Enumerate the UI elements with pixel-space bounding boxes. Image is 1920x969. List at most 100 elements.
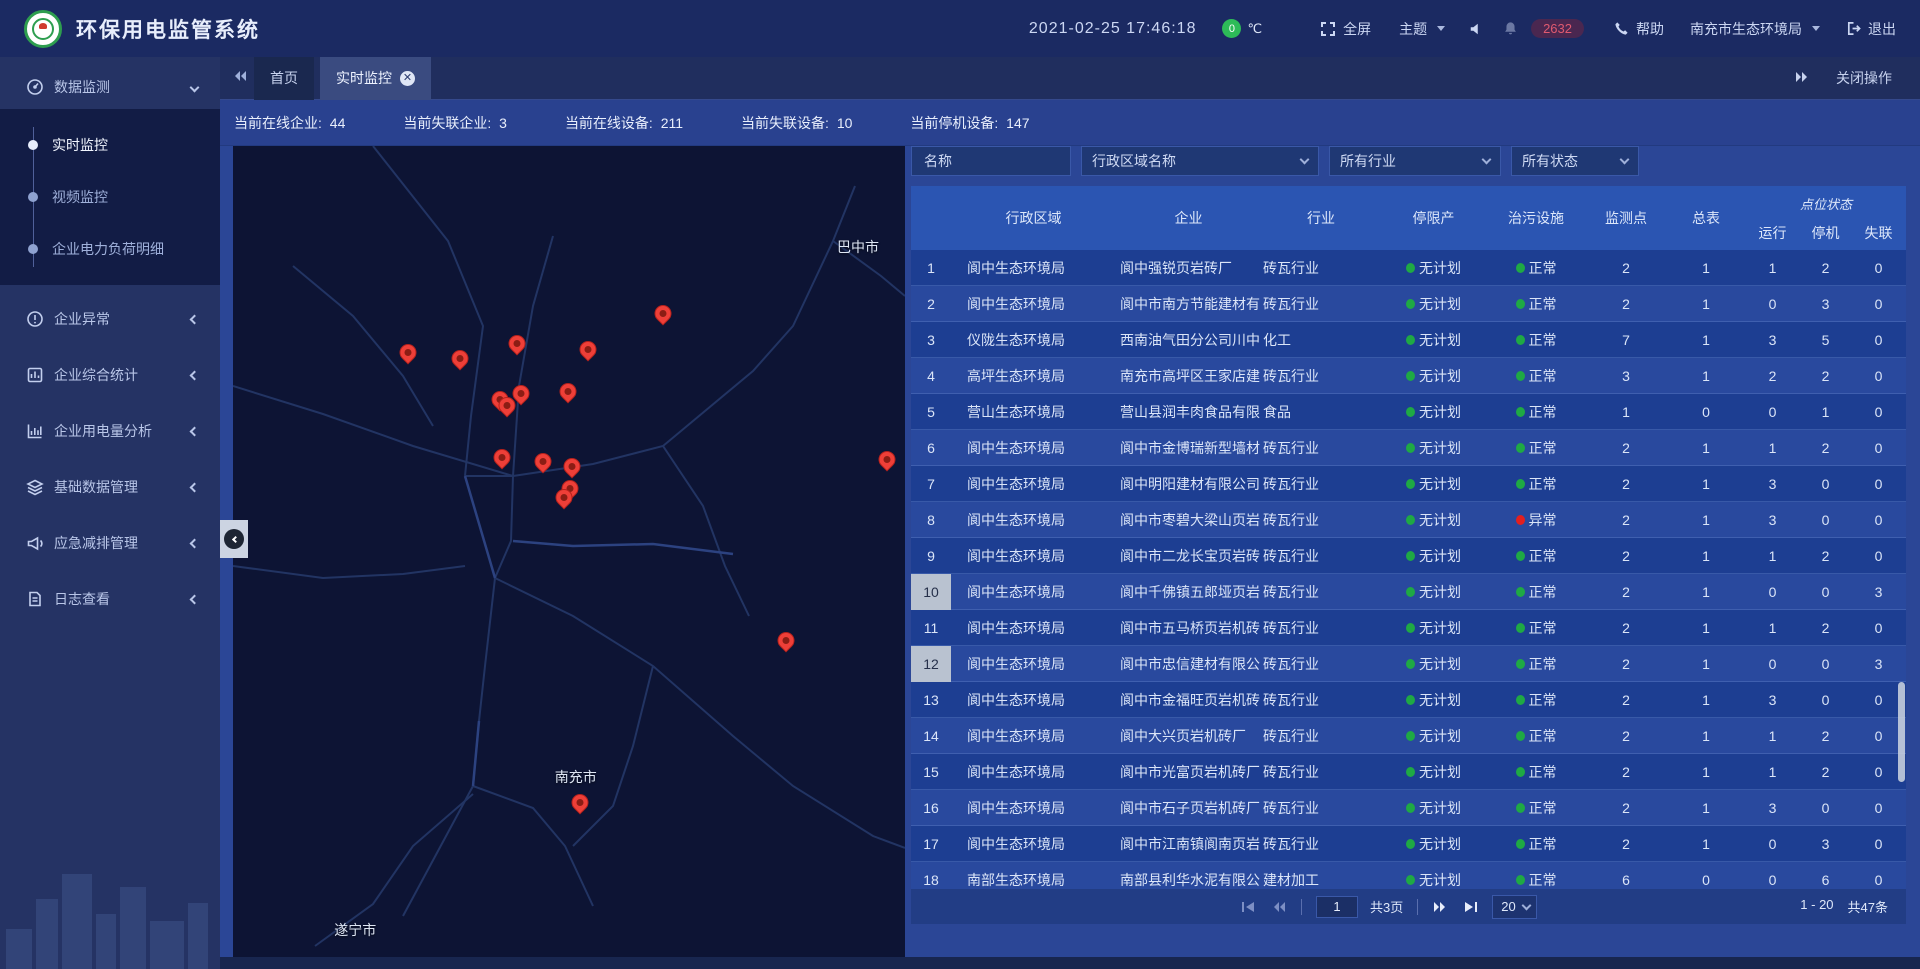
last-page-button[interactable] xyxy=(1464,901,1478,913)
status-dot-icon xyxy=(1406,335,1415,345)
table-row[interactable]: 18南部生态环境局南部县利华水泥有限公建材加工无计划正常60060 xyxy=(911,862,1906,889)
cell-run: 3 xyxy=(1746,476,1799,492)
tab-realtime[interactable]: 实时监控✕ xyxy=(320,57,431,100)
sidebar-group-base-data[interactable]: 基础数据管理 xyxy=(0,465,220,509)
table-row[interactable]: 13阆中生态环境局阆中市金福旺页岩机砖砖瓦行业无计划正常21300 xyxy=(911,682,1906,718)
table-row[interactable]: 7阆中生态环境局阆中明阳建材有限公司砖瓦行业无计划正常21300 xyxy=(911,466,1906,502)
industry-filter-select[interactable]: 所有行业 xyxy=(1329,146,1501,176)
table-row[interactable]: 14阆中生态环境局阆中大兴页岩机砖厂砖瓦行业无计划正常21120 xyxy=(911,718,1906,754)
map-collapse-handle[interactable] xyxy=(220,520,248,558)
column-header-lost: 失联 xyxy=(1852,223,1905,243)
sidebar-group-data-monitor[interactable]: 数据监测 xyxy=(0,65,220,109)
logout-button[interactable]: 退出 xyxy=(1846,19,1896,39)
facility-status-label: 正常 xyxy=(1529,834,1557,854)
status-dot-icon xyxy=(1516,299,1525,309)
table-row[interactable]: 12阆中生态环境局阆中市忠信建材有限公砖瓦行业无计划正常21003 xyxy=(911,646,1906,682)
prev-page-button[interactable] xyxy=(1271,901,1287,913)
sidebar-group-power-analysis[interactable]: 企业用电量分析 xyxy=(0,409,220,453)
status-dot-icon xyxy=(1516,335,1525,345)
main-content: 首页实时监控✕ 关闭操作 当前在线企业: 44当前失联企业: 3当前在线设备: … xyxy=(220,57,1920,969)
table-row[interactable]: 2阆中生态环境局阆中市南方节能建材有砖瓦行业无计划正常21030 xyxy=(911,286,1906,322)
table-row[interactable]: 10阆中生态环境局阆中千佛镇五郎垭页岩砖瓦行业无计划正常21003 xyxy=(911,574,1906,610)
status-dot-icon xyxy=(1406,587,1415,597)
stop-status-label: 无计划 xyxy=(1419,438,1461,458)
bullet-icon xyxy=(28,192,38,202)
cell-company: 阆中大兴页岩机砖厂 xyxy=(1116,726,1261,746)
org-dropdown[interactable]: 南充市生态环境局 xyxy=(1690,19,1820,39)
cell-point-status: 120 xyxy=(1746,548,1906,564)
cell-region: 营山生态环境局 xyxy=(951,402,1116,422)
stat-value: 10 xyxy=(833,115,852,131)
fullscreen-button[interactable]: 全屏 xyxy=(1320,19,1371,39)
table-row[interactable]: 5营山生态环境局营山县润丰肉食品有限食品无计划正常10010 xyxy=(911,394,1906,430)
help-button[interactable]: 帮助 xyxy=(1614,19,1664,39)
cell-points: 2 xyxy=(1586,800,1666,816)
doc-icon xyxy=(26,590,44,608)
theme-button[interactable]: 主题 xyxy=(1399,19,1445,39)
table-row[interactable]: 17阆中生态环境局阆中市江南镇阆南页岩砖瓦行业无计划正常21030 xyxy=(911,826,1906,862)
table-row[interactable]: 4高坪生态环境局南充市高坪区王家店建砖瓦行业无计划正常31220 xyxy=(911,358,1906,394)
table-row[interactable]: 3仪陇生态环境局西南油气田分公司川中化工无计划正常71350 xyxy=(911,322,1906,358)
tab-home[interactable]: 首页 xyxy=(254,57,314,100)
cell-points: 2 xyxy=(1586,512,1666,528)
cell-facility-status: 正常 xyxy=(1486,402,1586,422)
cell-company: 南充市高坪区王家店建 xyxy=(1116,366,1261,386)
name-input[interactable] xyxy=(922,152,1060,170)
cell-point-status: 060 xyxy=(1746,872,1906,888)
column-header-run: 运行 xyxy=(1746,223,1799,243)
table-row[interactable]: 9阆中生态环境局阆中市二龙长宝页岩砖砖瓦行业无计划正常21120 xyxy=(911,538,1906,574)
cell-lost: 0 xyxy=(1852,440,1905,456)
status-filter-select[interactable]: 所有状态 xyxy=(1511,146,1639,176)
facility-status-label: 正常 xyxy=(1529,258,1557,278)
fullscreen-label: 全屏 xyxy=(1343,19,1371,39)
stat-value: 3 xyxy=(495,115,507,131)
sidebar-item-video-monitor[interactable]: 视频监控 xyxy=(0,171,220,223)
sidebar-item-realtime-monitor[interactable]: 实时监控 xyxy=(0,119,220,171)
cell-run: 3 xyxy=(1746,512,1799,528)
facility-status-label: 正常 xyxy=(1529,618,1557,638)
cell-total: 1 xyxy=(1666,620,1746,636)
stop-status-label: 无计划 xyxy=(1419,546,1461,566)
table-row[interactable]: 8阆中生态环境局阆中市枣碧大梁山页岩砖瓦行业无计划异常21300 xyxy=(911,502,1906,538)
table-row[interactable]: 16阆中生态环境局阆中市石子页岩机砖厂砖瓦行业无计划正常21300 xyxy=(911,790,1906,826)
table-row[interactable]: 1阆中生态环境局阆中强锐页岩砖厂砖瓦行业无计划正常21120 xyxy=(911,250,1906,286)
cell-facility-status: 正常 xyxy=(1486,798,1586,818)
sidebar-group-enterprise-abnormal[interactable]: 企业异常 xyxy=(0,297,220,341)
sound-button[interactable] xyxy=(1469,22,1483,36)
status-filter-value: 所有状态 xyxy=(1522,151,1578,171)
cell-point-status: 003 xyxy=(1746,584,1906,600)
table-row[interactable]: 15阆中生态环境局阆中市光富页岩机砖厂砖瓦行业无计划正常21120 xyxy=(911,754,1906,790)
table-row[interactable]: 6阆中生态环境局阆中市金博瑞新型墙材砖瓦行业无计划正常21120 xyxy=(911,430,1906,466)
name-filter-input[interactable] xyxy=(911,146,1071,176)
page-size-select[interactable]: 20 xyxy=(1492,895,1536,919)
table-scrollbar-thumb[interactable] xyxy=(1898,682,1905,782)
map-panel[interactable]: 巴中市南充市遂宁市 xyxy=(233,146,905,957)
table-row[interactable]: 11阆中生态环境局阆中市五马桥页岩机砖砖瓦行业无计划正常21120 xyxy=(911,610,1906,646)
region-filter-select[interactable]: 行政区域名称 xyxy=(1081,146,1319,176)
notifications-button[interactable]: 2632 xyxy=(1503,19,1584,38)
cell-points: 2 xyxy=(1586,584,1666,600)
page-number-input[interactable] xyxy=(1316,896,1358,918)
status-dot-icon xyxy=(1406,623,1415,633)
next-page-button[interactable] xyxy=(1432,901,1448,913)
sidebar-group-emergency-reduction[interactable]: 应急减排管理 xyxy=(0,521,220,565)
table-header: 行政区域 企业 行业 停限产 治污设施 监测点 总表 点位状态 运行 停机 失联 xyxy=(911,186,1906,250)
cell-facility-status: 正常 xyxy=(1486,726,1586,746)
cell-region: 阆中生态环境局 xyxy=(951,546,1116,566)
sidebar-group-enterprise-stats[interactable]: 企业综合统计 xyxy=(0,353,220,397)
first-page-button[interactable] xyxy=(1241,901,1255,913)
cell-halt: 6 xyxy=(1799,872,1852,888)
status-dot-icon xyxy=(1516,695,1525,705)
industry-filter-value: 所有行业 xyxy=(1340,151,1396,171)
close-icon[interactable]: ✕ xyxy=(400,71,415,86)
cell-run: 1 xyxy=(1746,620,1799,636)
status-dot-icon xyxy=(1516,551,1525,561)
close-operations-button[interactable]: 关闭操作 xyxy=(1794,68,1892,88)
sidebar-group-log-view[interactable]: 日志查看 xyxy=(0,577,220,621)
stat-value: 147 xyxy=(1002,115,1029,131)
sidebar-item-power-load-detail[interactable]: 企业电力负荷明细 xyxy=(0,223,220,275)
stat-item: 当前失联企业: 3 xyxy=(403,113,507,133)
stat-item: 当前在线设备: 211 xyxy=(565,113,683,133)
cell-facility-status: 正常 xyxy=(1486,654,1586,674)
tabs-scroll-left-icon[interactable] xyxy=(232,69,248,87)
